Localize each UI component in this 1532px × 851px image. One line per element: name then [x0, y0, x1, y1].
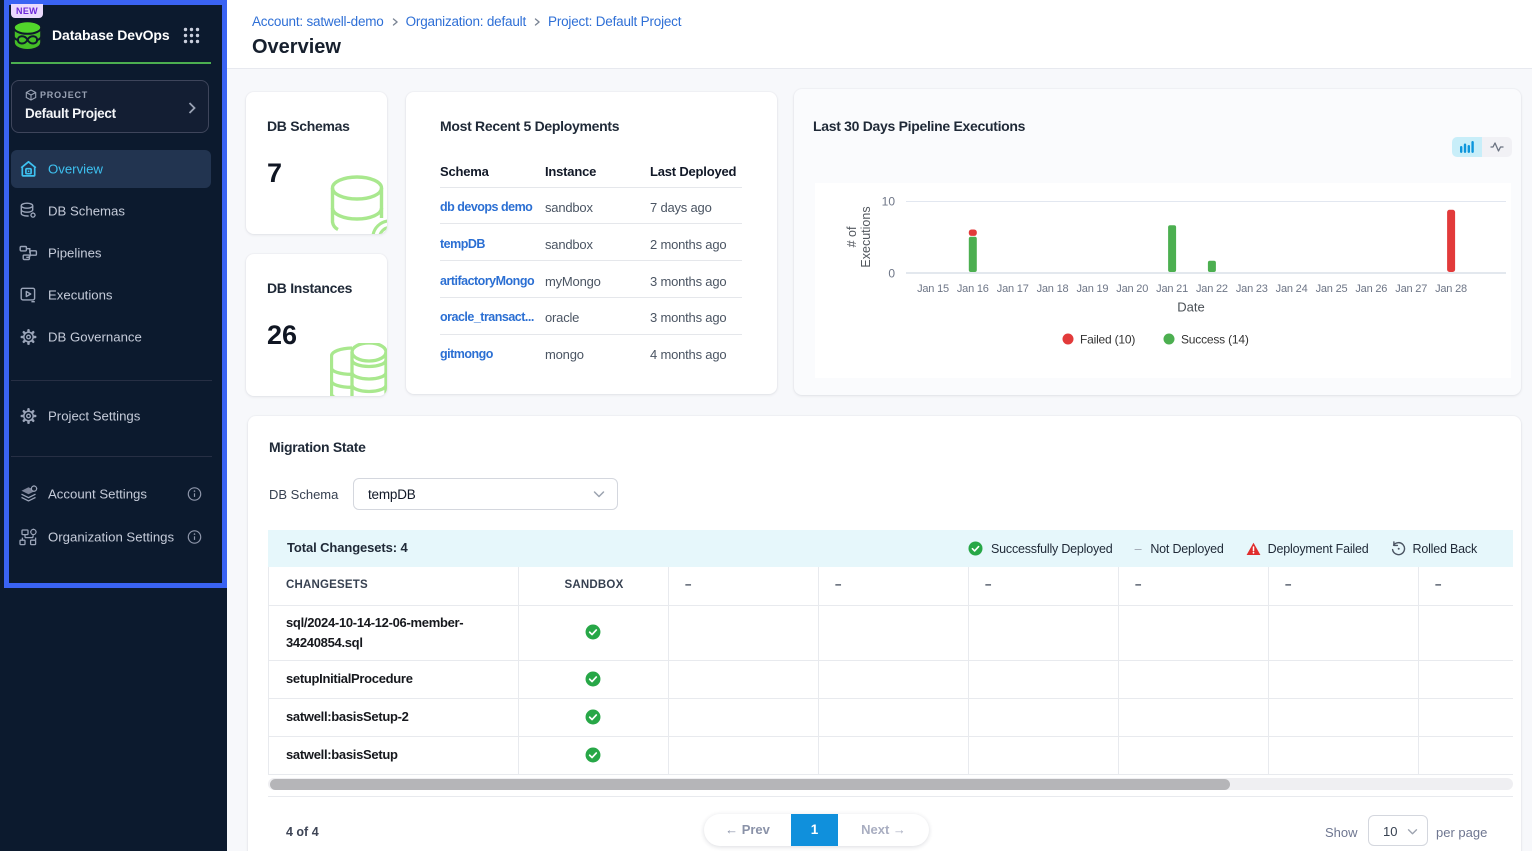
svg-text:Jan 23: Jan 23 [1236, 283, 1268, 295]
svg-text:# of: # of [845, 226, 859, 247]
svg-text:Jan 21: Jan 21 [1156, 283, 1188, 295]
svg-text:Jan 15: Jan 15 [917, 283, 949, 295]
svg-text:Date: Date [1177, 300, 1204, 315]
svg-text:Jan 22: Jan 22 [1196, 283, 1228, 295]
svg-text:Success (14): Success (14) [1181, 333, 1249, 347]
svg-text:Jan 26: Jan 26 [1355, 283, 1387, 295]
svg-text:Failed (10): Failed (10) [1080, 333, 1135, 347]
svg-text:10: 10 [882, 195, 896, 209]
svg-text:Jan 18: Jan 18 [1037, 283, 1069, 295]
svg-text:0: 0 [888, 267, 895, 281]
svg-text:Jan 19: Jan 19 [1076, 283, 1108, 295]
svg-text:Jan 24: Jan 24 [1276, 283, 1308, 295]
svg-text:Jan 25: Jan 25 [1316, 283, 1348, 295]
svg-text:Jan 16: Jan 16 [957, 283, 989, 295]
svg-text:Jan 17: Jan 17 [997, 283, 1029, 295]
svg-text:Jan 27: Jan 27 [1395, 283, 1427, 295]
svg-text:Jan 20: Jan 20 [1116, 283, 1148, 295]
svg-text:Jan 28: Jan 28 [1435, 283, 1467, 295]
svg-text:Executions: Executions [859, 206, 873, 267]
